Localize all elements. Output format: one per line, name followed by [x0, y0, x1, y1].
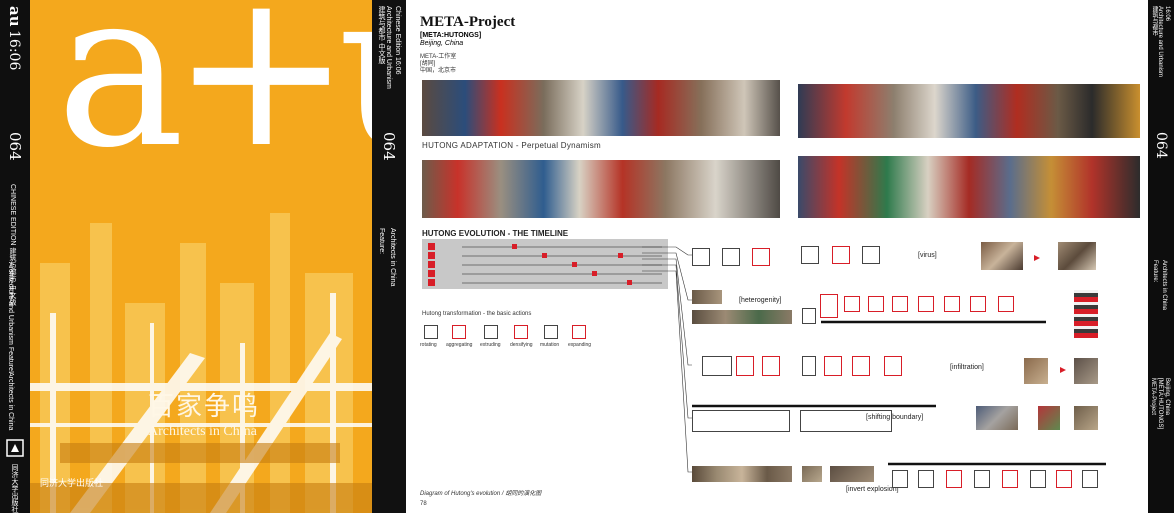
left-spine: au 16:06 064 CHINESE EDITION 建筑与都市 中文版 A…	[0, 0, 30, 513]
plan-diagram	[722, 248, 740, 266]
section-diagram	[892, 296, 908, 312]
plan-diagram	[692, 410, 790, 432]
plan-diagram	[702, 356, 732, 376]
plan-diagram	[918, 470, 934, 488]
photo-thumb	[1074, 406, 1098, 430]
cover-title-en: Architects in China	[148, 424, 257, 439]
photo-thumb	[692, 290, 722, 304]
plan-diagram	[884, 356, 902, 376]
photo-thumb	[802, 466, 822, 482]
plan-diagram	[762, 356, 780, 376]
evolution-connector-lines	[642, 246, 1106, 473]
cover: a+u 百家争鸣 Architects in China 同济大学出版社	[30, 0, 372, 513]
plan-diagram	[736, 356, 754, 376]
right-line1: Architecture and Urbanism	[1157, 6, 1163, 78]
plan-diagram	[824, 356, 842, 376]
photo-thumb	[692, 466, 792, 482]
label-virus: [virus]	[918, 252, 937, 259]
right-feature: Feature:	[1152, 260, 1158, 283]
photo-thumb	[830, 466, 874, 482]
photo-thumb	[1074, 358, 1098, 384]
plan-diagram	[1082, 470, 1098, 488]
right-number: 064	[1153, 132, 1169, 159]
photo-thumb	[976, 406, 1018, 430]
plan-diagram	[752, 248, 770, 266]
plan-diagram	[1056, 470, 1072, 488]
spine-number: 064	[6, 132, 24, 161]
page-number: 78	[420, 501, 427, 507]
label-shifting-boundary: [shifting boundary]	[866, 414, 924, 421]
cover-title-zh: 百家争鸣	[148, 392, 261, 422]
label-heterogenity: [heterogenity]	[739, 297, 782, 304]
spine-issue: 16:06	[6, 30, 22, 71]
section-diagram	[998, 296, 1014, 312]
right-feature-title: Architects in China	[1161, 260, 1167, 311]
figure-caption: Diagram of Hutong's evolution / 胡同的演化图	[420, 491, 542, 497]
plan-diagram	[1030, 470, 1046, 488]
plan-diagram	[832, 246, 850, 264]
section-diagram	[868, 296, 884, 312]
spine-line: Architecture and Urbanism Feature!	[7, 262, 14, 373]
photo-thumb	[1038, 406, 1060, 430]
spine-logo: au	[6, 6, 24, 27]
publisher-logo-icon	[6, 439, 24, 457]
cover-publisher: 同济大学出版社	[40, 478, 104, 488]
cover-logo: a+u	[56, 0, 372, 195]
axonometric-diagram	[1074, 290, 1098, 338]
plan-diagram	[802, 356, 816, 376]
plan-diagram	[946, 470, 962, 488]
plan-diagram	[692, 248, 710, 266]
section-diagram	[944, 296, 960, 312]
section-diagram	[970, 296, 986, 312]
right-project-loc: Beijing, China	[1164, 378, 1170, 416]
mid-number: 064	[380, 132, 398, 161]
section-diagram	[844, 296, 860, 312]
plan-diagram	[892, 470, 908, 488]
spine-line: Architects in China	[7, 372, 14, 431]
plan-diagram	[1002, 470, 1018, 488]
mid-feature-title: Architects in China	[389, 228, 396, 287]
photo-thumb	[692, 310, 792, 324]
plan-diagram	[862, 246, 880, 264]
spine-publisher: 同济大学出版社	[11, 464, 18, 513]
photo-thumb	[1058, 242, 1096, 270]
label-invert-explosion: [invert explosion]	[846, 486, 899, 493]
plan-diagram	[852, 356, 870, 376]
right-line2: 16:06	[1164, 6, 1170, 22]
right-project-sub: [META:HUTONGS]	[1157, 378, 1163, 430]
label-infiltration: [infiltration]	[950, 364, 984, 371]
plan-diagram	[974, 470, 990, 488]
photo-thumb	[981, 242, 1023, 270]
middle-spine: 建筑与都市 中文版 Architecture and Urbanism Chin…	[372, 0, 406, 513]
right-spine: 建筑与都市 Architecture and Urbanism 16:06 06…	[1148, 0, 1174, 513]
right-project: META-Project	[1150, 378, 1156, 415]
section-diagram	[918, 296, 934, 312]
plan-diagram	[802, 308, 816, 324]
mid-line2: Chinese Edition 16:06	[394, 6, 401, 75]
mid-line1: Architecture and Urbanism	[385, 6, 392, 89]
photo-thumb	[1024, 358, 1048, 384]
section-diagram	[820, 294, 838, 318]
mid-feature: Feature:	[378, 228, 385, 255]
plan-diagram	[801, 246, 819, 264]
city-skyline-image	[30, 183, 372, 513]
article-page: META-Project [META:HUTONGS] Beijing, Chi…	[406, 0, 1148, 513]
